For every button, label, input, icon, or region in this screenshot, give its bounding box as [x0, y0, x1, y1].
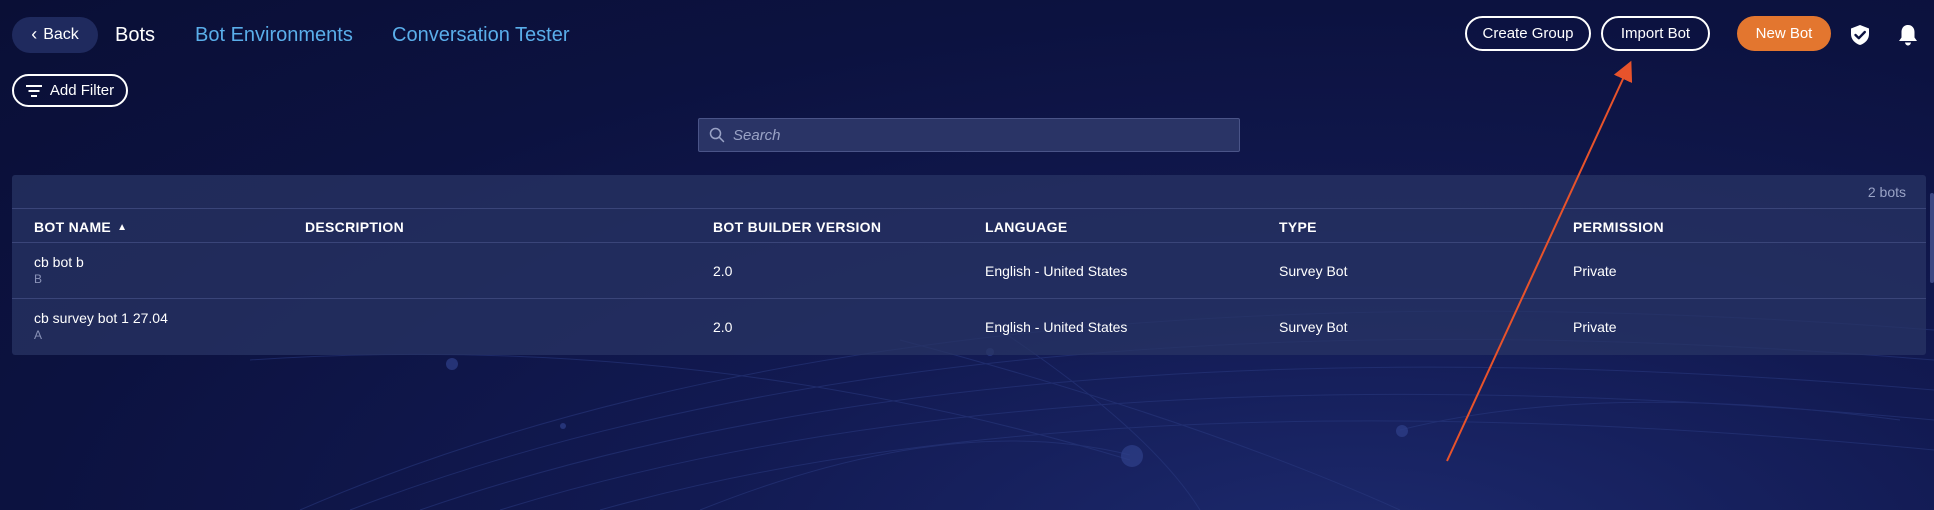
bot-count: 2 bots — [1867, 184, 1906, 200]
bot-permission: Private — [1573, 319, 1617, 335]
bot-language: English - United States — [985, 319, 1128, 335]
add-filter-label: Add Filter — [49, 82, 115, 99]
shield-icon[interactable] — [1849, 24, 1871, 46]
bot-language: English - United States — [985, 263, 1128, 279]
sort-ascending-icon: ▲ — [117, 222, 128, 233]
bot-type: Survey Bot — [1279, 263, 1348, 279]
column-header-bot-builder-version[interactable]: BOT BUILDER VERSION — [713, 219, 881, 235]
table-header: BOT NAME ▲ DESCRIPTION BOT BUILDER VERSIO… — [12, 208, 1926, 243]
bot-name: cb bot b — [34, 254, 84, 270]
search-bar[interactable] — [698, 118, 1240, 152]
page-scrollbar[interactable] — [1930, 193, 1934, 283]
column-header-label: BOT NAME — [34, 219, 112, 235]
bot-name-cell: cb bot b B — [34, 254, 84, 286]
bot-name-cell: cb survey bot 1 27.04 A — [34, 310, 168, 342]
column-header-type[interactable]: TYPE — [1279, 219, 1317, 235]
column-header-bot-name[interactable]: BOT NAME ▲ — [34, 219, 127, 235]
bot-type: Survey Bot — [1279, 319, 1348, 335]
table-row[interactable]: cb survey bot 1 27.04 A 2.0 English - Un… — [12, 299, 1926, 355]
bot-builder-version: 2.0 — [713, 263, 733, 279]
create-group-button[interactable]: Create Group — [1465, 16, 1591, 51]
bot-group: B — [34, 272, 43, 286]
page-title: Bots — [115, 24, 156, 46]
tab-bot-environments[interactable]: Bot Environments — [195, 24, 353, 47]
filter-icon — [25, 84, 42, 97]
tab-conversation-tester[interactable]: Conversation Tester — [392, 24, 570, 47]
bell-icon[interactable] — [1897, 23, 1919, 47]
add-filter-button[interactable]: Add Filter — [12, 74, 128, 107]
bot-permission: Private — [1573, 263, 1617, 279]
search-input[interactable] — [733, 126, 1223, 144]
column-header-description[interactable]: DESCRIPTION — [305, 219, 404, 235]
new-bot-button[interactable]: New Bot — [1737, 16, 1831, 51]
table-row[interactable]: cb bot b B 2.0 English - United States S… — [12, 243, 1926, 299]
chevron-left-icon: ‹ — [31, 24, 38, 44]
back-label: Back — [43, 26, 79, 43]
bot-name: cb survey bot 1 27.04 — [34, 310, 168, 326]
bot-group: A — [34, 328, 43, 342]
column-header-language[interactable]: LANGUAGE — [985, 219, 1068, 235]
back-button[interactable]: ‹ Back — [12, 17, 98, 53]
bot-builder-version: 2.0 — [713, 319, 733, 335]
bots-table: 2 bots BOT NAME ▲ DESCRIPTION BOT BUILDER… — [12, 175, 1926, 355]
import-bot-button[interactable]: Import Bot — [1601, 16, 1710, 51]
search-icon — [709, 127, 725, 143]
column-header-permission[interactable]: PERMISSION — [1573, 219, 1664, 235]
